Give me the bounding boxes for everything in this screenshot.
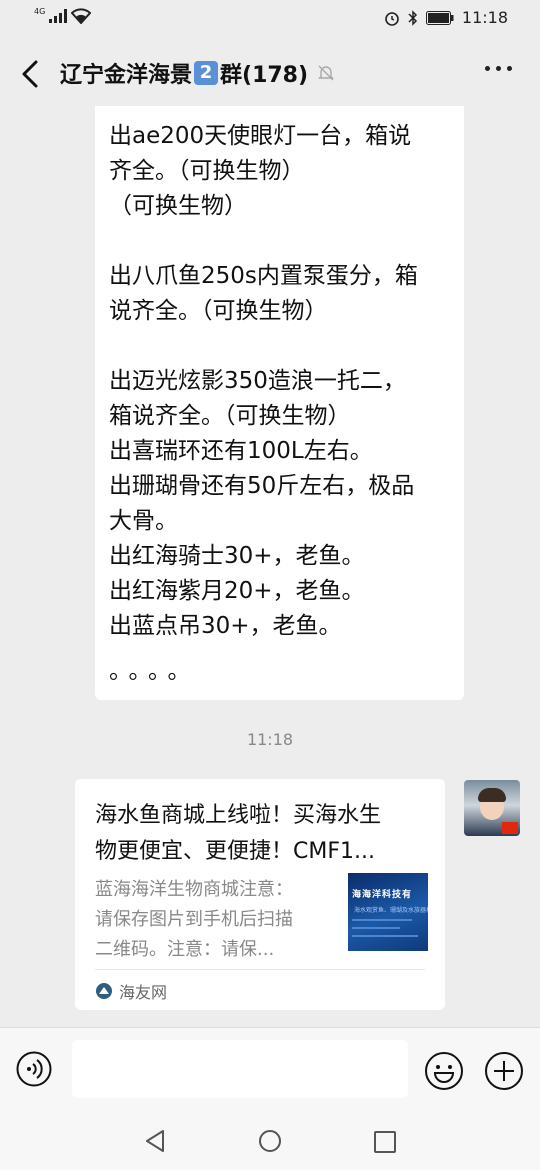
chat-header: 辽宁金洋海景 2 群(178) bbox=[0, 40, 540, 106]
sender-avatar[interactable] bbox=[464, 780, 520, 836]
more-features-button[interactable] bbox=[484, 1051, 524, 1091]
link-card-source: 海友网 bbox=[95, 979, 167, 1003]
message-line: 出珊瑚骨还有50斤左右，极品 bbox=[109, 473, 415, 499]
signal-icon bbox=[49, 9, 68, 23]
voice-icon bbox=[16, 1051, 52, 1087]
thumbnail-decoration bbox=[352, 919, 412, 921]
chat-title: 辽宁金洋海景 2 群(178) bbox=[60, 57, 336, 89]
source-logo-icon bbox=[96, 983, 112, 999]
message-line: 出红海骑士30+，老鱼。 bbox=[109, 543, 365, 569]
link-card-description: 请保存图片到手机后扫描 bbox=[95, 909, 293, 930]
message-line: （可换生物） bbox=[109, 193, 247, 219]
chat-message-list[interactable]: 出ae200天使眼灯一台，箱说 齐全。（可换生物） （可换生物） 出八爪鱼250… bbox=[0, 106, 540, 1027]
link-card-divider bbox=[95, 969, 425, 970]
emoji-button[interactable] bbox=[424, 1051, 464, 1091]
system-recent-apps-button[interactable] bbox=[374, 1131, 396, 1157]
flag-icon bbox=[502, 822, 518, 834]
emoji-icon bbox=[425, 1052, 463, 1090]
message-line: 。。。。 bbox=[109, 658, 199, 684]
message-line: 出ae200天使眼灯一台，箱说 bbox=[109, 123, 412, 149]
message-line: 齐全。（可换生物） bbox=[109, 158, 305, 184]
back-arrow-icon bbox=[22, 60, 38, 88]
battery-icon bbox=[425, 10, 454, 25]
message-text-input[interactable] bbox=[72, 1040, 408, 1098]
thumbnail-decoration bbox=[352, 935, 418, 937]
message-line: 出八爪鱼250s内置泵蛋分，箱 bbox=[109, 263, 418, 289]
thumbnail-subtext: 海水观赏鱼、珊瑚及水族器材 bbox=[354, 907, 428, 914]
more-dot bbox=[507, 66, 512, 71]
timestamp-separator: 11:18 bbox=[246, 730, 294, 749]
voice-input-button[interactable] bbox=[16, 1051, 52, 1087]
thumbnail-decoration bbox=[352, 927, 400, 929]
link-card-title: 海水鱼商城上线啦！买海水生 bbox=[95, 803, 382, 828]
system-back-button[interactable] bbox=[144, 1129, 166, 1157]
bluetooth-icon bbox=[408, 9, 417, 26]
message-line: 出喜瑞环还有100L左右。 bbox=[109, 438, 373, 464]
wifi-icon bbox=[71, 8, 92, 24]
nav-home-icon bbox=[259, 1130, 281, 1152]
chat-title-suffix: 群(178) bbox=[220, 63, 309, 88]
thumbnail-text: 海海洋科技有 bbox=[352, 890, 413, 900]
status-time: 11:18 bbox=[461, 8, 508, 27]
mute-bell-icon bbox=[318, 65, 334, 81]
more-dots-icon bbox=[485, 66, 490, 71]
alarm-icon bbox=[385, 11, 399, 26]
message-line: 出红海紫月20+，老鱼。 bbox=[109, 578, 365, 604]
system-home-button[interactable] bbox=[258, 1129, 282, 1157]
link-card-description: 二维码。注意：请保... bbox=[95, 939, 275, 960]
plus-icon bbox=[485, 1052, 523, 1090]
status-right: 11:18 bbox=[384, 8, 508, 27]
message-line: 大骨。 bbox=[109, 508, 178, 534]
link-card-message[interactable]: 海水鱼商城上线啦！买海水生 物更便宜、更便捷！CMF1... 蓝海海洋生物商城注… bbox=[75, 779, 445, 1010]
more-options-button[interactable] bbox=[485, 66, 512, 71]
status-bar: 4G 11:18 bbox=[0, 0, 540, 40]
link-card-description: 蓝海海洋生物商城注意： bbox=[95, 879, 293, 900]
more-dot bbox=[496, 66, 501, 71]
link-card-title: 物更便宜、更便捷！CMF1... bbox=[95, 839, 375, 864]
message-line: 出蓝点吊30+，老鱼。 bbox=[109, 613, 342, 639]
message-input-bar bbox=[0, 1027, 540, 1116]
message-line: 说齐全。（可换生物） bbox=[109, 298, 328, 324]
group-number-badge: 2 bbox=[194, 61, 219, 85]
avatar-hair bbox=[478, 788, 506, 802]
nav-recent-icon bbox=[374, 1131, 396, 1153]
message-line: 出迈光炫影350造浪一托二， bbox=[109, 368, 406, 394]
link-card-thumbnail: 海海洋科技有 海水观赏鱼、珊瑚及水族器材 bbox=[348, 873, 428, 951]
message-line: 箱说齐全。（可换生物） bbox=[109, 403, 351, 429]
back-button[interactable] bbox=[14, 54, 50, 94]
chat-title-prefix: 辽宁金洋海景 bbox=[60, 63, 193, 88]
nav-back-icon bbox=[146, 1130, 164, 1152]
status-left: 4G bbox=[34, 6, 92, 24]
system-navigation-bar bbox=[0, 1115, 540, 1170]
network-type: 4G bbox=[34, 6, 46, 16]
source-name: 海友网 bbox=[119, 983, 168, 1002]
text-message-bubble[interactable]: 出ae200天使眼灯一台，箱说 齐全。（可换生物） （可换生物） 出八爪鱼250… bbox=[95, 106, 464, 700]
